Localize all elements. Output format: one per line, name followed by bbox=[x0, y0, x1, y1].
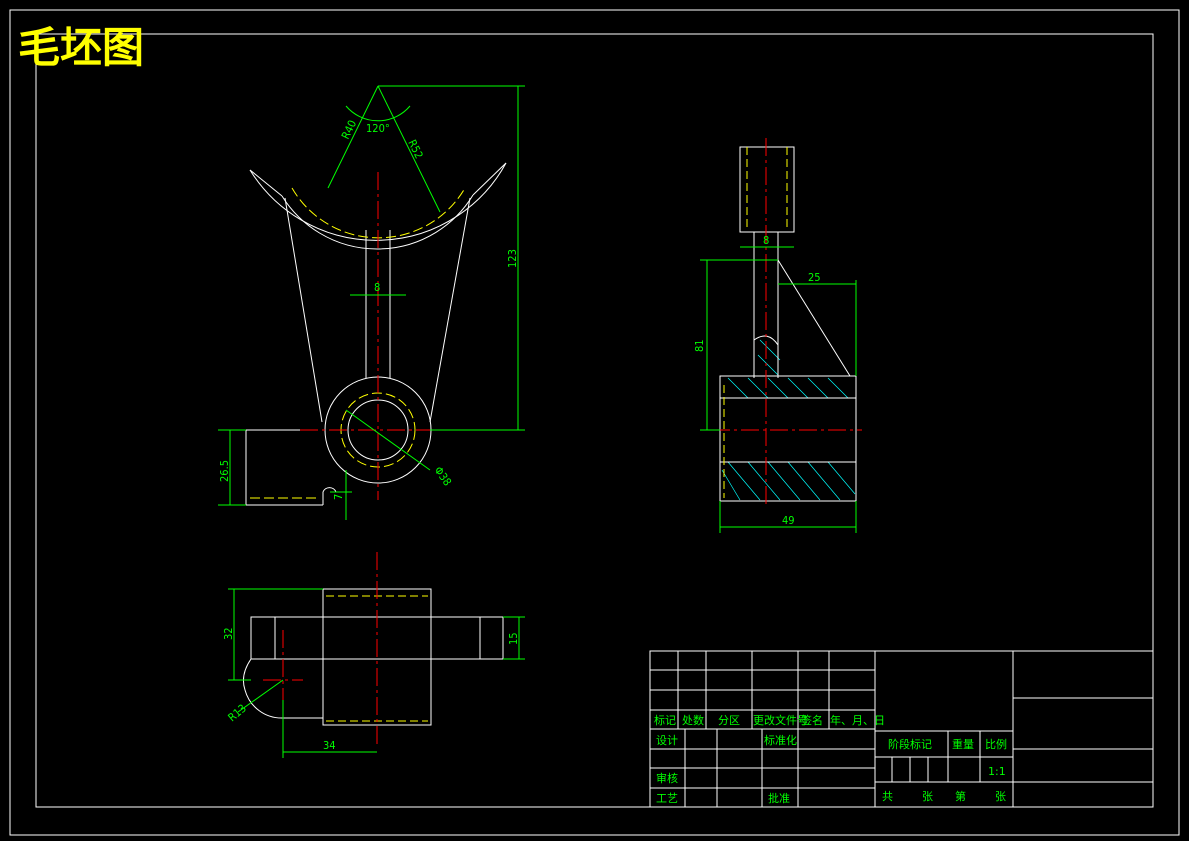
tb-label-genggai: 更改文件号 bbox=[753, 713, 808, 727]
side-view-centerlines bbox=[712, 138, 862, 505]
dim-8-web: 8 bbox=[374, 281, 380, 294]
side-view-outline bbox=[719, 146, 857, 502]
tb-label-stage: 阶段标记 bbox=[888, 737, 932, 751]
tb-sheet-count: 共 张 第 张 bbox=[882, 789, 1006, 803]
tb-label-chushu: 处数 bbox=[682, 714, 704, 727]
dim-r52: R52 bbox=[405, 138, 425, 161]
dim-r13: R13 bbox=[226, 702, 249, 724]
sheet-border bbox=[9, 9, 1180, 836]
dim-32: 32 bbox=[222, 627, 235, 640]
tb-label-design: 设计 bbox=[656, 734, 678, 747]
tb-label-biaoji: 标记 bbox=[654, 713, 676, 727]
title-block-header-row: 标记 处数 分区 更改文件号 签名 年、月、日 bbox=[654, 713, 885, 727]
tb-label-process: 工艺 bbox=[656, 792, 678, 805]
dim-34: 34 bbox=[323, 739, 336, 752]
dim-49: 49 bbox=[782, 514, 795, 527]
top-view-centerlines bbox=[263, 552, 378, 745]
title-block-grid bbox=[649, 650, 1154, 808]
dim-123: 123 bbox=[506, 249, 519, 268]
tb-label-gong: 共 bbox=[882, 790, 893, 803]
tb-label-approve: 批准 bbox=[768, 791, 790, 805]
side-view-hatch bbox=[721, 339, 856, 501]
dim-r40: R40 bbox=[339, 118, 359, 141]
tb-label-di: 第 bbox=[955, 789, 966, 803]
dim-7: 7 bbox=[332, 494, 345, 500]
dim-81: 81 bbox=[693, 339, 706, 352]
tb-label-zhang-1: 张 bbox=[922, 790, 933, 803]
dim-angle-120: 120° bbox=[366, 122, 390, 135]
title-block: 标记 处数 分区 更改文件号 签名 年、月、日 设计 标准化 审核 工艺 批准 … bbox=[649, 650, 1154, 808]
tb-label-ratio: 比例 bbox=[985, 737, 1007, 751]
tb-label-fenqu: 分区 bbox=[718, 714, 740, 727]
dim-25: 25 bbox=[808, 271, 821, 284]
dim-26-5: 26.5 bbox=[218, 460, 231, 482]
front-view-dim-lines bbox=[218, 85, 525, 520]
tb-label-date: 年、月、日 bbox=[830, 713, 885, 727]
front-view-outline bbox=[245, 162, 507, 506]
drawing-sheet: 毛坯图 120° R40 R52 123 8 Φ38 26.5 7 8 25 8… bbox=[9, 9, 1180, 836]
top-view-outline bbox=[243, 588, 504, 726]
tb-label-qianming: 签名 bbox=[801, 713, 823, 727]
drawing-title: 毛坯图 bbox=[18, 23, 144, 72]
dim-15: 15 bbox=[507, 632, 520, 645]
dim-8-stem: 8 bbox=[763, 234, 769, 247]
side-view: 8 25 81 49 bbox=[693, 138, 862, 533]
tb-label-review: 审核 bbox=[656, 771, 678, 785]
front-view: 120° R40 R52 123 8 Φ38 26.5 7 bbox=[218, 85, 525, 520]
tb-label-zhang-2: 张 bbox=[995, 790, 1006, 803]
tb-ratio-value: 1:1 bbox=[988, 765, 1006, 778]
dim-hub-dia: Φ38 bbox=[432, 464, 454, 488]
tb-label-standardize: 标准化 bbox=[764, 733, 797, 747]
tb-label-weight: 重量 bbox=[952, 737, 974, 751]
top-view: 32 15 R13 34 bbox=[222, 552, 525, 758]
